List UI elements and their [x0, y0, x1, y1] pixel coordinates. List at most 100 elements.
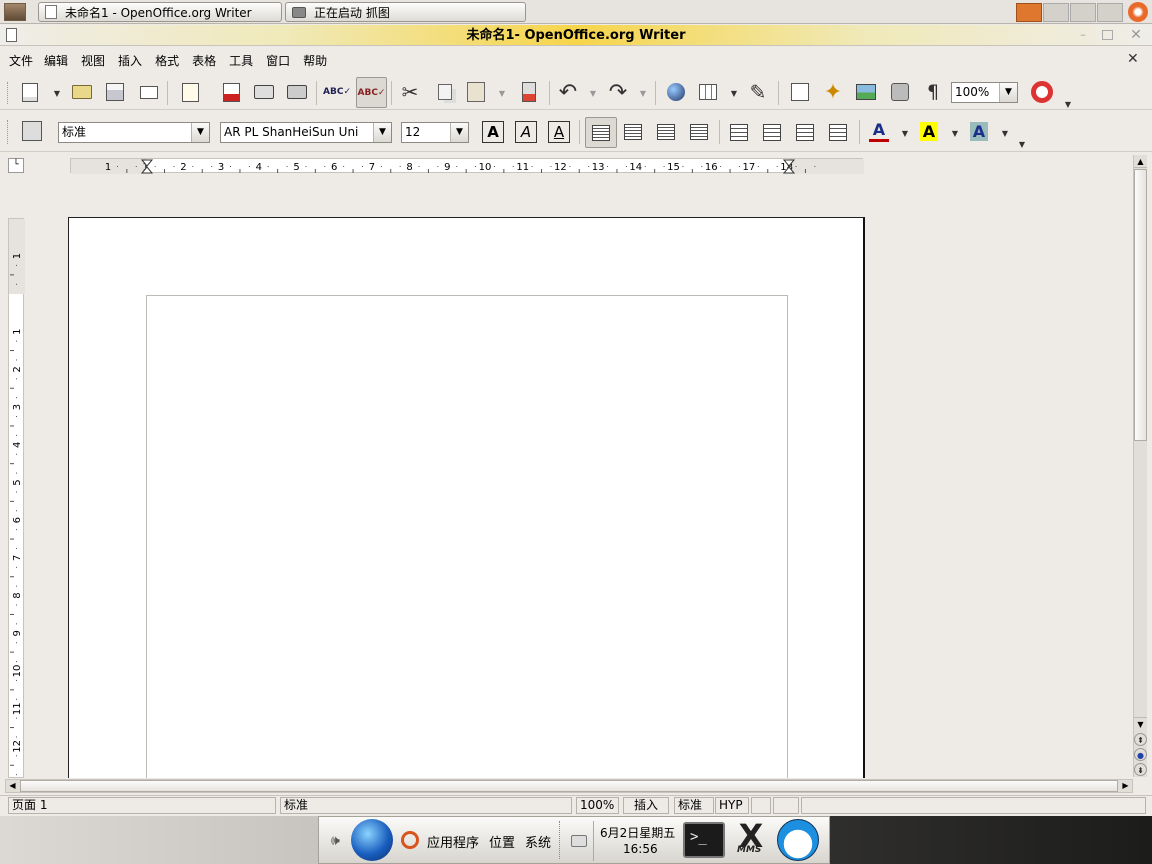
edit-file-icon[interactable] [178, 80, 202, 104]
chevron-down-icon[interactable]: ▼ [999, 83, 1017, 102]
clock-date[interactable]: 6月2日星期五 [600, 824, 675, 841]
auto-spellcheck-icon[interactable]: ABC✓ [356, 77, 387, 108]
vertical-ruler[interactable]: 1 1 2 3 4 5 6 7 8 9 10 11 12 [8, 218, 25, 778]
status-style[interactable]: 标准 [280, 797, 572, 814]
italic-button[interactable]: A [515, 121, 537, 143]
font-size-select[interactable]: 12 ▼ [401, 122, 469, 143]
menu-help[interactable]: 帮助 [303, 52, 327, 69]
copy-icon[interactable] [433, 80, 457, 104]
hyperlink-icon[interactable] [664, 80, 688, 104]
system-menu[interactable]: 系统 [525, 832, 551, 851]
minimize-icon[interactable]: – [1076, 28, 1090, 42]
next-page-icon[interactable]: ⇟ [1134, 763, 1147, 776]
chevron-down-icon[interactable]: ▼ [730, 89, 738, 98]
save-icon[interactable] [103, 80, 127, 104]
background-color-button[interactable]: A [968, 120, 990, 142]
chevron-down-icon[interactable]: ▼ [589, 89, 597, 98]
close-window-icon[interactable]: ✕ [1129, 25, 1143, 46]
firefox-icon[interactable] [351, 819, 393, 861]
status-selection-mode[interactable]: 标准 [674, 797, 714, 814]
printer-tray-icon[interactable] [571, 835, 587, 847]
scroll-right-icon[interactable]: ▶ [1119, 780, 1132, 792]
new-document-icon[interactable] [18, 80, 42, 104]
menu-table[interactable]: 表格 [192, 52, 216, 69]
align-left-button[interactable] [585, 117, 617, 148]
terminal-icon[interactable]: >_ [683, 822, 725, 858]
gallery-icon[interactable] [854, 80, 878, 104]
find-replace-icon[interactable] [788, 80, 812, 104]
chevron-down-icon[interactable]: ▼ [498, 89, 506, 98]
maximize-icon[interactable] [1102, 30, 1113, 40]
toolbar-overflow-icon[interactable]: ▼ [1018, 140, 1026, 149]
align-right-button[interactable] [655, 121, 677, 143]
show-draw-functions-icon[interactable]: ✎ [746, 80, 770, 104]
chevron-down-icon[interactable]: ▼ [53, 89, 61, 98]
workspace-3[interactable] [1070, 3, 1096, 22]
update-notifier-icon[interactable] [1128, 2, 1148, 22]
clone-formatting-icon[interactable] [517, 80, 541, 104]
mms-x-icon[interactable]: X MMS [729, 819, 773, 861]
help-lifebuoy-icon[interactable] [1030, 80, 1054, 104]
print-preview-icon[interactable] [285, 80, 309, 104]
close-document-icon[interactable]: ✕ [1127, 51, 1139, 67]
underline-button[interactable]: A [548, 121, 570, 143]
chevron-down-icon[interactable]: ▼ [901, 129, 909, 138]
document-page[interactable] [68, 217, 865, 778]
scroll-up-icon[interactable]: ▲ [1134, 155, 1147, 168]
tab-stop-selector[interactable]: └ [8, 158, 24, 173]
open-folder-icon[interactable] [70, 80, 94, 104]
highlight-button[interactable]: A [918, 120, 940, 142]
export-pdf-icon[interactable] [219, 80, 243, 104]
data-sources-icon[interactable] [888, 80, 912, 104]
numbering-button[interactable] [728, 121, 750, 143]
font-name-select[interactable]: AR PL ShanHeiSun Uni ▼ [220, 122, 392, 143]
chevron-down-icon[interactable]: ▼ [450, 123, 468, 142]
table-icon[interactable] [696, 80, 720, 104]
workspace-4[interactable] [1097, 3, 1123, 22]
menu-window[interactable]: 窗口 [266, 52, 290, 69]
places-menu[interactable]: 位置 [489, 832, 515, 851]
status-hyperlink-mode[interactable]: HYP [715, 797, 749, 814]
zoom-select[interactable]: 100% ▼ [951, 82, 1018, 103]
status-zoom[interactable]: 100% [576, 797, 619, 814]
scroll-left-icon[interactable]: ◀ [6, 780, 19, 792]
menu-tools[interactable]: 工具 [229, 52, 253, 69]
text-boundary[interactable] [146, 295, 788, 778]
menu-file[interactable]: 文件 [9, 52, 33, 69]
chevron-down-icon[interactable]: ▼ [373, 123, 391, 142]
decrease-indent-button[interactable] [794, 121, 816, 143]
workspace-1[interactable] [1016, 3, 1042, 22]
chevron-down-icon[interactable]: ▼ [1001, 129, 1009, 138]
align-center-button[interactable] [622, 121, 644, 143]
horizontal-scrollbar[interactable]: ◀ ▶ [5, 779, 1133, 793]
task-button-screenshot[interactable]: 正在启动 抓图 [285, 2, 526, 22]
clock-time[interactable]: 16:56 [623, 842, 658, 856]
navigator-icon[interactable]: ✦ [821, 80, 845, 105]
horizontal-ruler[interactable]: 1 1 2 3 4 5 6 7 8 9 10 11 12 13 14 15 16 17 18 [70, 158, 864, 174]
bullets-button[interactable] [761, 121, 783, 143]
styles-formatting-icon[interactable] [20, 119, 44, 143]
menu-edit[interactable]: 编辑 [44, 52, 68, 69]
chevron-down-icon[interactable]: ▼ [951, 129, 959, 138]
status-insert-mode[interactable]: 插入 [623, 797, 669, 814]
scroll-down-icon[interactable]: ▼ [1134, 717, 1147, 730]
menu-insert[interactable]: 插入 [118, 52, 142, 69]
previous-page-icon[interactable]: ⇞ [1134, 733, 1147, 746]
toolbar-overflow-icon[interactable]: ▼ [1064, 100, 1072, 109]
chevron-down-icon[interactable]: ▼ [639, 89, 647, 98]
ubuntu-logo-icon[interactable] [401, 831, 419, 849]
increase-indent-button[interactable] [827, 121, 849, 143]
volume-icon[interactable]: 🕪 [331, 833, 340, 849]
chevron-down-icon[interactable]: ▼ [191, 123, 209, 142]
undo-icon[interactable]: ↶ [556, 80, 580, 105]
scroll-thumb[interactable] [20, 780, 1118, 792]
bold-button[interactable]: A [482, 121, 504, 143]
cut-icon[interactable]: ✂ [398, 80, 422, 104]
window-menu-icon[interactable] [6, 28, 17, 42]
status-page[interactable]: 页面 1 [8, 797, 276, 814]
task-button-writer[interactable]: 未命名1 - OpenOffice.org Writer [38, 2, 282, 22]
navigation-icon[interactable]: ● [1134, 748, 1147, 761]
font-color-button[interactable]: A [868, 120, 890, 142]
justify-button[interactable] [688, 121, 710, 143]
doraemon-icon[interactable] [777, 819, 819, 861]
